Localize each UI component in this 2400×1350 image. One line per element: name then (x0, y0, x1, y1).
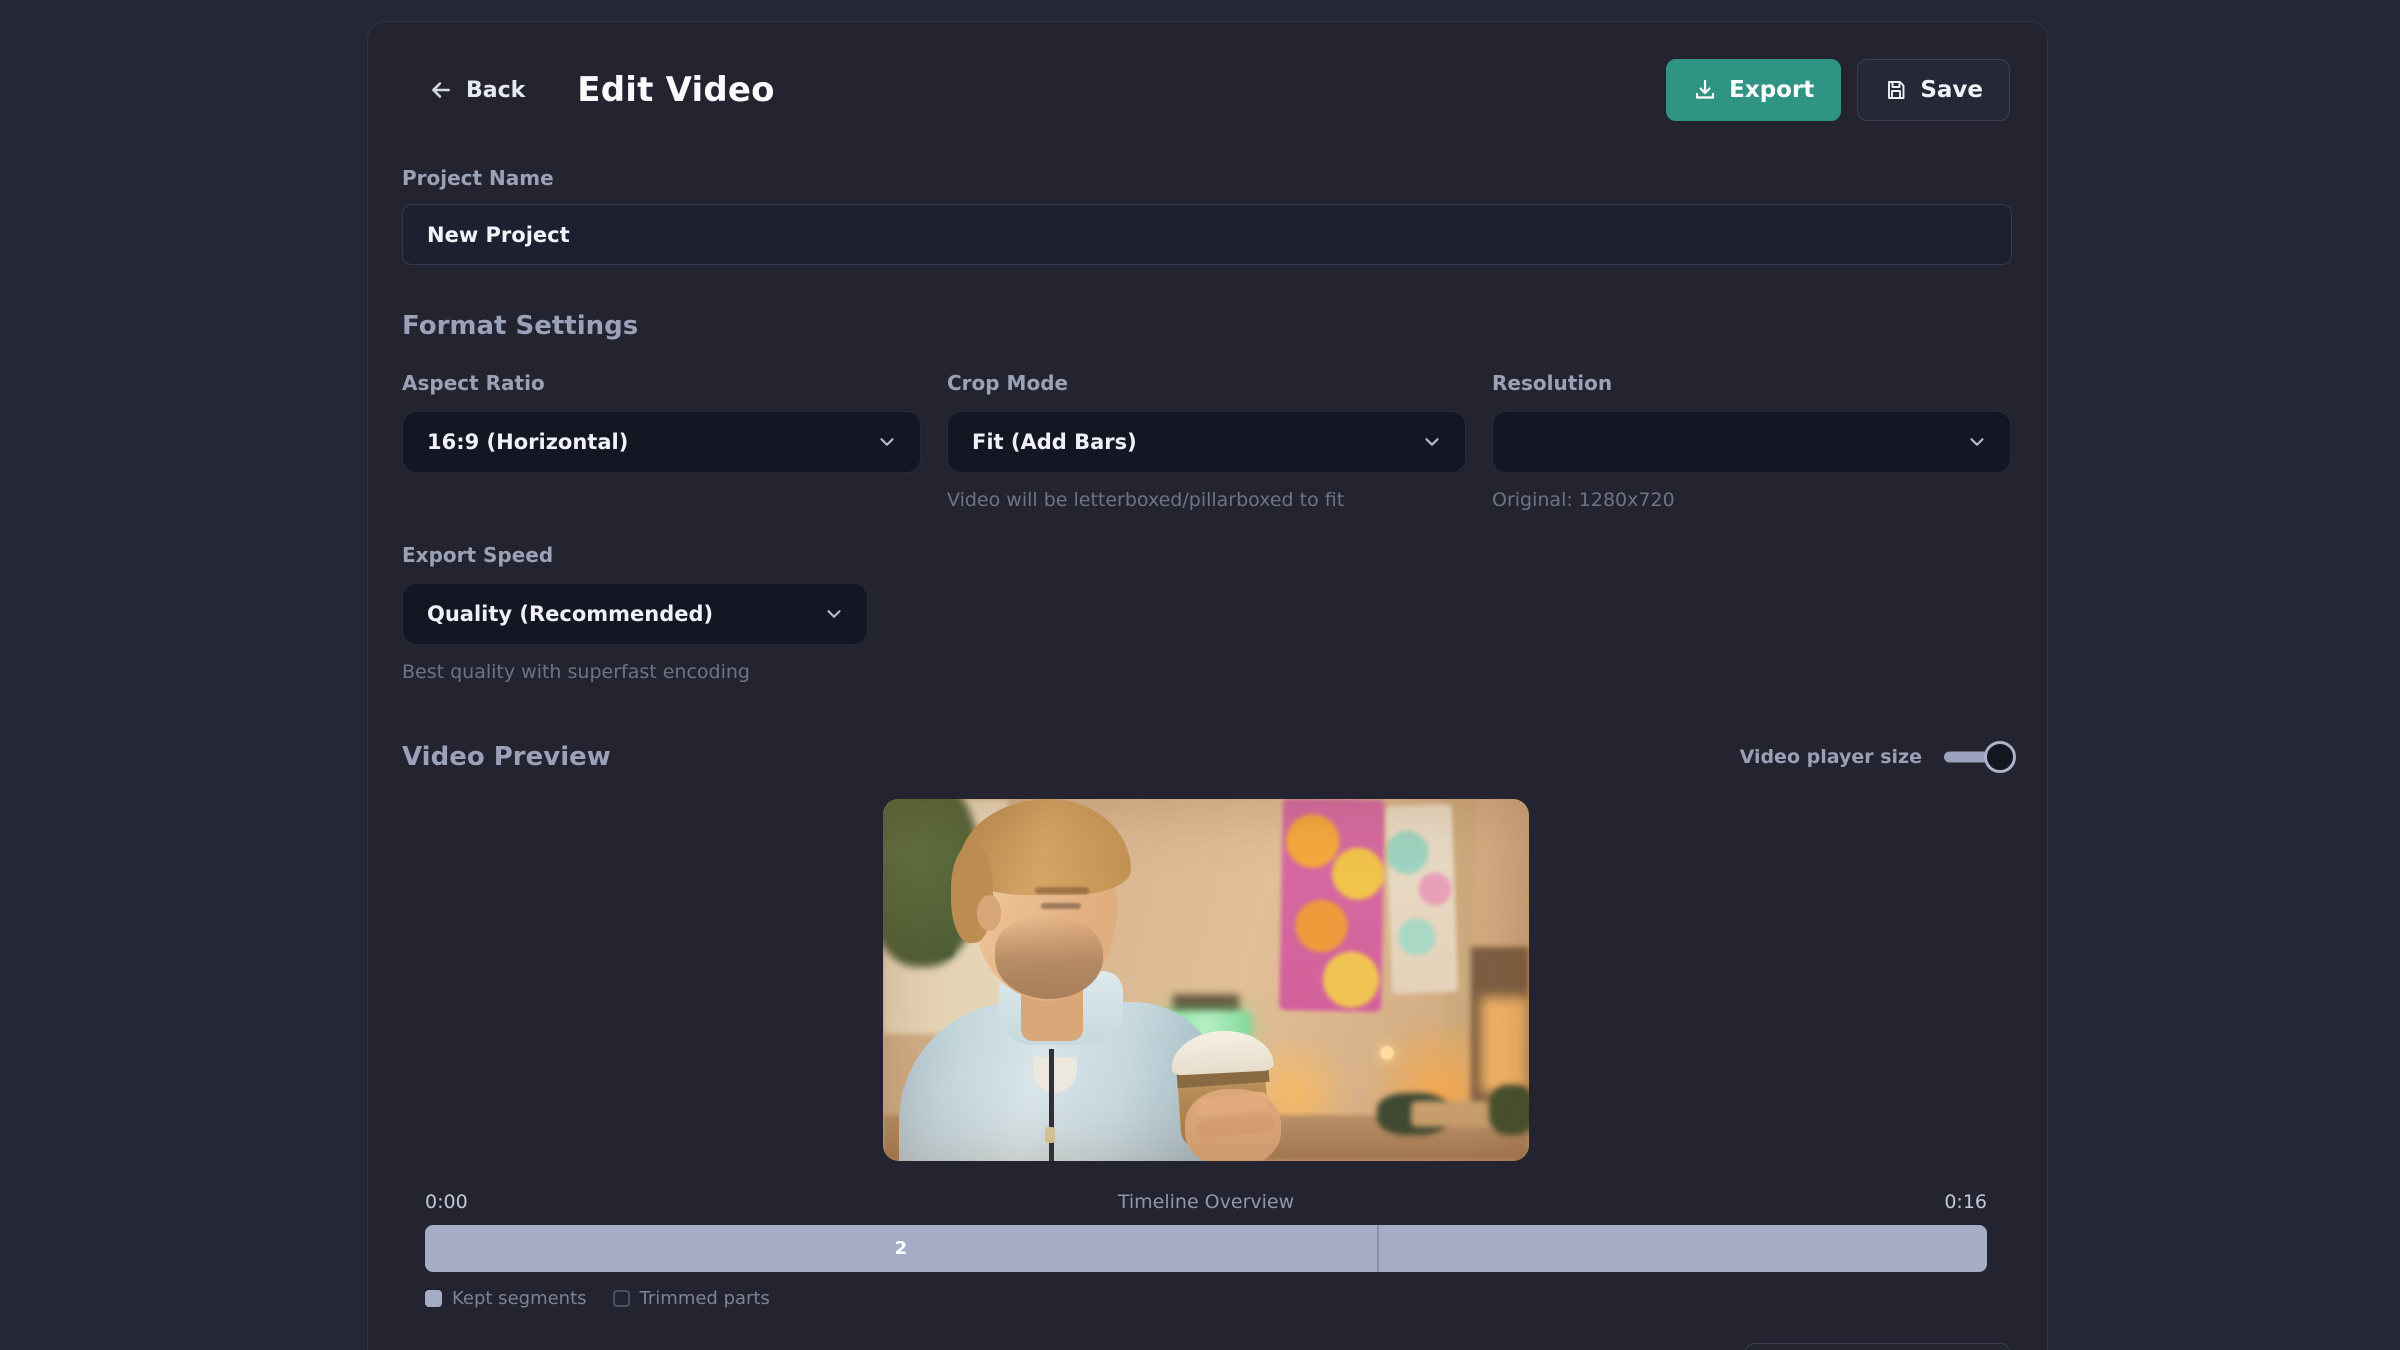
chevron-down-icon (876, 431, 898, 453)
export-speed-select[interactable]: Quality (Recommended) (402, 583, 868, 645)
slider-knob[interactable] (1984, 741, 2016, 773)
export-button[interactable]: Export (1666, 59, 1841, 121)
page-title: Edit Video (577, 70, 774, 110)
video-preview-title: Video Preview (402, 742, 611, 772)
timeline-segment[interactable] (1379, 1225, 1987, 1272)
aspect-ratio-label: Aspect Ratio (402, 371, 921, 395)
export-label: Export (1729, 77, 1814, 103)
timeline-end-time: 0:16 (1944, 1191, 1987, 1213)
format-settings-columns: Aspect Ratio 16:9 (Horizontal) Crop Mode… (402, 371, 2010, 511)
export-speed-hint: Best quality with superfast encoding (402, 661, 921, 683)
chevron-down-icon (1421, 431, 1443, 453)
crop-mode-field: Crop Mode Fit (Add Bars) Video will be l… (947, 371, 1466, 511)
play-preview-button[interactable]: Play Preview (1745, 1343, 2010, 1350)
project-name-input[interactable] (402, 204, 2012, 265)
export-speed-field: Export Speed Quality (Recommended) Best … (402, 543, 921, 683)
scene-vignette (883, 799, 1529, 1161)
aspect-ratio-value: 16:9 (Horizontal) (427, 430, 628, 454)
save-label: Save (1920, 77, 1983, 103)
footer: Play Preview (402, 1343, 2010, 1350)
export-speed-label: Export Speed (402, 543, 921, 567)
save-button[interactable]: Save (1857, 59, 2010, 121)
resolution-field: Resolution Original: 1280x720 (1492, 371, 2011, 511)
edit-video-panel: Back Edit Video Export Save Project Name… (367, 21, 2048, 1350)
trimmed-parts-label: Trimmed parts (640, 1288, 770, 1309)
crop-mode-label: Crop Mode (947, 371, 1466, 395)
project-name-label: Project Name (402, 166, 2010, 190)
chevron-down-icon (1966, 431, 1988, 453)
kept-segments-label: Kept segments (452, 1288, 587, 1309)
aspect-ratio-select[interactable]: 16:9 (Horizontal) (402, 411, 921, 473)
aspect-ratio-field: Aspect Ratio 16:9 (Horizontal) (402, 371, 921, 511)
arrow-left-icon (428, 77, 454, 103)
download-icon (1693, 78, 1717, 102)
timeline-section: 0:00 Timeline Overview 0:16 2 Kept segme… (402, 1191, 2010, 1309)
back-button[interactable]: Back (428, 77, 525, 103)
resolution-label: Resolution (1492, 371, 2011, 395)
format-settings-title: Format Settings (402, 311, 2010, 341)
export-speed-value: Quality (Recommended) (427, 602, 713, 626)
timeline-segment[interactable]: 2 (425, 1225, 1379, 1272)
timeline-title: Timeline Overview (468, 1191, 1945, 1213)
crop-mode-hint: Video will be letterboxed/pillarboxed to… (947, 489, 1466, 511)
kept-segments-swatch (425, 1290, 442, 1307)
video-preview-header: Video Preview Video player size (402, 741, 2010, 773)
crop-mode-select[interactable]: Fit (Add Bars) (947, 411, 1466, 473)
crop-mode-value: Fit (Add Bars) (972, 430, 1137, 454)
resolution-hint: Original: 1280x720 (1492, 489, 2011, 511)
floppy-disk-icon (1884, 78, 1908, 102)
trimmed-parts-swatch (613, 1290, 630, 1307)
header: Back Edit Video Export Save (402, 58, 2010, 122)
chevron-down-icon (823, 603, 845, 625)
timeline-segment-label: 2 (895, 1238, 908, 1259)
timeline-bar[interactable]: 2 (425, 1225, 1987, 1272)
timeline-legend: Kept segments Trimmed parts (425, 1288, 1987, 1309)
resolution-select[interactable] (1492, 411, 2011, 473)
player-size-label: Video player size (1740, 746, 1922, 768)
video-preview-image[interactable] (883, 799, 1529, 1161)
legend-kept-segments: Kept segments (425, 1288, 587, 1309)
timeline-start-time: 0:00 (425, 1191, 468, 1213)
back-label: Back (466, 78, 525, 103)
timeline-labels: 0:00 Timeline Overview 0:16 (425, 1191, 1987, 1213)
video-preview-wrap (402, 799, 2010, 1161)
legend-trimmed-parts: Trimmed parts (613, 1288, 770, 1309)
player-size-slider[interactable] (1944, 741, 2010, 773)
